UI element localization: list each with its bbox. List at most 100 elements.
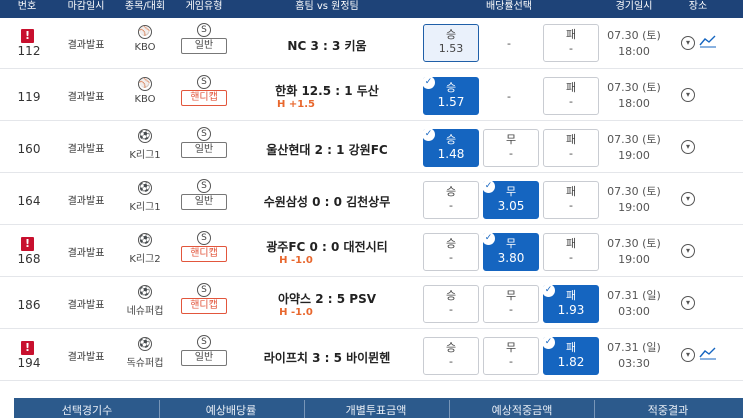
odd-label: 무 <box>505 133 517 146</box>
deadline-status: 결과발표 <box>67 92 105 103</box>
location-pin-icon[interactable]: ▾ <box>681 244 695 258</box>
check-icon: ✓ <box>482 180 495 193</box>
odd-draw-button[interactable]: 무 - <box>483 285 539 323</box>
match-title: 라이프치 3 : 5 바이뮌헨 <box>263 351 391 365</box>
odd-value: - <box>509 303 513 316</box>
odd-lose-button[interactable]: 패 - <box>543 24 599 62</box>
odd-win-button[interactable]: 승 - <box>423 233 479 271</box>
game-number: 194 <box>17 356 41 370</box>
game-type-badge: 핸디캡 <box>181 246 227 262</box>
odd-win-button[interactable]: ✓ 승 1.57 <box>422 76 479 115</box>
header-deadline: 마감일시 <box>67 1 105 12</box>
match-title: NC 3 : 3 키움 <box>287 39 367 53</box>
header-gametype: 게임유형 <box>185 1 223 12</box>
trend-chart-icon[interactable] <box>699 346 717 360</box>
check-icon: ✓ <box>542 336 555 349</box>
match-title: 아약스 2 : 5 PSV <box>277 292 377 306</box>
odd-label: 승 <box>445 341 457 354</box>
odd-lose-button[interactable]: 패 - <box>543 77 599 115</box>
header-no: 번호 <box>17 1 37 12</box>
game-type-icon: S <box>197 335 211 349</box>
location-pin-icon[interactable]: ▾ <box>681 88 695 102</box>
summary-expected-win: 예상적중금액 <box>491 404 553 417</box>
odd-draw-empty: - <box>507 90 511 103</box>
header-match: 홈팀 vs 원정팀 <box>295 1 359 12</box>
league-name: K리그1 <box>129 150 161 161</box>
summary-bar: 선택경기수 예상배당률 개별투표금액 예상적중금액 적중결과 <box>14 398 743 418</box>
odd-value: - <box>569 42 573 55</box>
header-sport: 종목/대회 <box>124 1 166 12</box>
odd-draw-button[interactable]: ✓ 무 3.05 <box>482 180 539 219</box>
odd-label: 패 <box>565 133 577 146</box>
summary-divider <box>159 400 160 418</box>
odd-label: 승 <box>445 237 457 250</box>
odd-value: - <box>569 95 573 108</box>
trend-chart-icon[interactable] <box>699 34 717 48</box>
table-row: 160 결과발표 ⚽ K리그1 S 일반 울산현대 2 : 1 강원FC ✓ 승… <box>0 122 743 173</box>
odd-label: 패 <box>565 28 577 41</box>
odd-value: - <box>449 199 453 212</box>
odd-lose-button[interactable]: ✓ 패 1.82 <box>542 336 599 375</box>
league-name: 네슈퍼컵 <box>126 306 164 317</box>
summary-stake: 개별투표금액 <box>345 404 407 417</box>
handicap-value: H +1.5 <box>277 99 315 110</box>
odd-draw-empty: - <box>507 37 511 50</box>
match-date: 07.30 (토) 19:00 <box>607 237 661 266</box>
odd-label: 패 <box>565 237 577 250</box>
game-type-badge: 일반 <box>181 38 227 54</box>
location-pin-icon[interactable]: ▾ <box>681 36 695 50</box>
summary-selected-count: 선택경기수 <box>61 404 113 417</box>
odd-draw-button[interactable]: ✓ 무 3.80 <box>482 232 539 271</box>
table-header: 번호 마감일시 종목/대회 게임유형 홈팀 vs 원정팀 배당률선택 경기일시 … <box>0 0 743 18</box>
match-date: 07.31 (일) 03:30 <box>607 341 661 370</box>
match-date: 07.30 (토) 19:00 <box>607 185 661 214</box>
location-pin-icon[interactable]: ▾ <box>681 140 695 154</box>
odd-value: - <box>449 355 453 368</box>
odd-value: - <box>449 251 453 264</box>
odd-value: 1.48 <box>437 147 465 161</box>
odd-win-button[interactable]: 승 - <box>423 181 479 219</box>
check-icon: ✓ <box>422 76 435 89</box>
handicap-value: H -1.0 <box>279 255 313 266</box>
game-type-badge: 일반 <box>181 142 227 158</box>
game-type-badge: 일반 <box>181 350 227 366</box>
game-number: 168 <box>17 252 41 266</box>
match-title: 울산현대 2 : 1 강원FC <box>266 143 388 157</box>
odd-value: 3.05 <box>497 199 525 213</box>
check-icon: ✓ <box>542 284 555 297</box>
soccer-ball-icon: ⚽ <box>138 337 152 351</box>
check-icon: ✓ <box>422 128 435 141</box>
location-pin-icon[interactable]: ▾ <box>681 348 695 362</box>
odd-lose-button[interactable]: ✓ 패 1.93 <box>542 284 599 323</box>
odd-win-button[interactable]: 승 - <box>423 337 479 375</box>
alert-flag-icon: ! <box>21 341 34 355</box>
game-type-icon: S <box>197 231 211 245</box>
odd-draw-button[interactable]: 무 - <box>483 337 539 375</box>
odd-label: 승 <box>445 28 457 41</box>
odd-label: 패 <box>565 185 577 198</box>
odd-value: - <box>509 147 513 160</box>
alert-flag-icon: ! <box>21 237 34 251</box>
odd-win-button[interactable]: ✓ 승 1.48 <box>422 128 479 167</box>
location-pin-icon[interactable]: ▾ <box>681 192 695 206</box>
odd-win-button[interactable]: 승 1.53 <box>423 24 479 62</box>
odd-draw-button[interactable]: 무 - <box>483 129 539 167</box>
odd-win-button[interactable]: 승 - <box>423 285 479 323</box>
table-row: ! 194 결과발표 ⚽ 독슈퍼컵 S 일반 라이프치 3 : 5 바이뮌헨 승… <box>0 330 743 381</box>
game-type-icon: S <box>197 127 211 141</box>
header-place: 장소 <box>688 1 708 12</box>
summary-divider <box>304 400 305 418</box>
odd-lose-button[interactable]: 패 - <box>543 181 599 219</box>
game-type-badge: 일반 <box>181 194 227 210</box>
match-date: 07.30 (토) 18:00 <box>607 81 661 110</box>
table-row: 119 결과발표 ⚾ KBO S 핸디캡 한화 12.5 : 1 두산 H +1… <box>0 70 743 121</box>
game-type-badge: 핸디캡 <box>181 298 227 314</box>
deadline-status: 결과발표 <box>67 40 105 51</box>
game-type-icon: S <box>197 75 211 89</box>
odd-value: 1.53 <box>438 42 464 55</box>
odd-lose-button[interactable]: 패 - <box>543 129 599 167</box>
odd-lose-button[interactable]: 패 - <box>543 233 599 271</box>
location-pin-icon[interactable]: ▾ <box>681 296 695 310</box>
summary-divider <box>594 400 595 418</box>
league-name: KBO <box>134 94 156 105</box>
